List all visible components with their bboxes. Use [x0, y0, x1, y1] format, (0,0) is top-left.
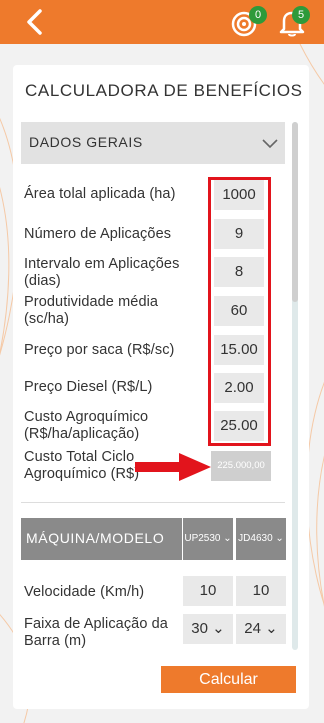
section-general-label: DADOS GERAIS: [29, 134, 143, 150]
speed-label: Velocidade (Km/h): [24, 584, 145, 600]
chevron-down-icon: ⌄: [272, 533, 284, 544]
model1-label: UP2530: [184, 533, 221, 544]
target-badge: 0: [249, 6, 267, 24]
chevron-down-icon: ⌄: [260, 620, 278, 637]
chevron-down-icon: ⌄: [207, 620, 225, 637]
field-label-price-sack: Preço por saca (R$/sc): [24, 342, 175, 358]
scrollbar-thumb[interactable]: [292, 122, 298, 302]
back-arrow-icon[interactable]: [20, 7, 50, 37]
bell-badge: 5: [292, 6, 310, 24]
machine-label: MÁQUINA/MODELO: [26, 530, 165, 546]
field-label-diesel: Preço Diesel (R$/L): [24, 379, 153, 395]
speed-input-1[interactable]: 10: [183, 576, 233, 606]
highlight-box: [208, 177, 271, 446]
chevron-down-icon: ⌄: [220, 533, 232, 544]
field-label-area: Área tolal aplicada (ha): [24, 186, 176, 202]
width-select-1[interactable]: 30 ⌄: [183, 614, 233, 644]
calculator-card: CALCULADORA DE BENEFÍCIOS DADOS GERAIS Á…: [13, 65, 309, 709]
model2-select[interactable]: JD4630 ⌄: [236, 518, 286, 560]
section-general-header[interactable]: DADOS GERAIS: [21, 122, 285, 164]
width2-value: 24: [244, 620, 261, 637]
top-bar: 0 5: [0, 0, 324, 44]
chevron-down-icon: [262, 139, 278, 149]
divider: [21, 502, 285, 503]
field-label-interval: Intervalo em Aplicações (dias): [24, 256, 180, 289]
red-arrow-icon: [135, 453, 211, 481]
width1-value: 30: [191, 620, 208, 637]
total-value: 225.000,00: [211, 451, 271, 481]
model1-select[interactable]: UP2530 ⌄: [183, 518, 233, 560]
field-label-applications: Número de Aplicações: [24, 226, 172, 242]
width-label: Faixa de Aplicação da Barra (m): [24, 616, 168, 649]
calculate-button[interactable]: Calcular: [161, 666, 296, 693]
page-title: CALCULADORA DE BENEFÍCIOS: [25, 81, 303, 100]
field-label-productivity: Produtividade média (sc/ha): [24, 294, 159, 327]
speed-input-2[interactable]: 10: [236, 576, 286, 606]
field-label-agrochem: Custo Agroquímico (R$/ha/aplicação): [24, 409, 149, 442]
width-select-2[interactable]: 24 ⌄: [236, 614, 286, 644]
machine-header: MÁQUINA/MODELO: [21, 518, 182, 560]
model2-label: JD4630: [238, 533, 273, 544]
